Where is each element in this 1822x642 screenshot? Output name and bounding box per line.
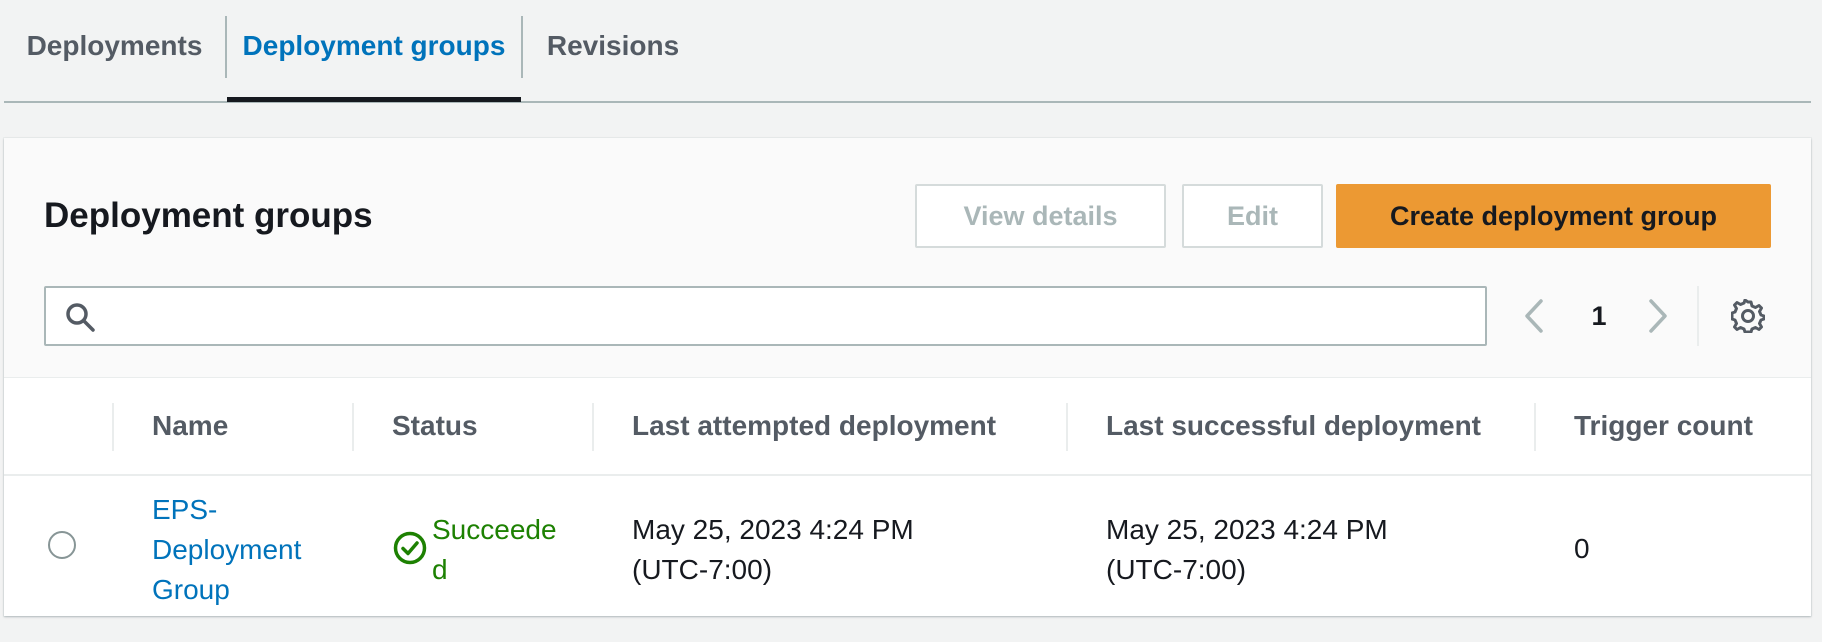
chevron-left-icon <box>1525 299 1543 333</box>
previous-page-button[interactable] <box>1514 296 1554 336</box>
tab-deployment-groups[interactable]: Deployment groups <box>227 0 521 102</box>
search-icon <box>66 303 95 332</box>
tab-deployments[interactable]: Deployments <box>4 0 225 101</box>
pager-divider <box>1697 286 1699 346</box>
column-divider <box>592 403 594 451</box>
row-select-radio[interactable] <box>48 531 76 559</box>
panel-title: Deployment groups <box>44 196 373 235</box>
chevron-right-icon <box>1649 299 1667 333</box>
last-successful-deployment: May 25, 2023 4:24 PM (UTC-7:00) <box>1106 514 1388 585</box>
status-text: Succeeded <box>432 514 557 585</box>
deployment-groups-panel: Deployment groups View details Edit Crea… <box>4 138 1811 616</box>
view-details-button[interactable]: View details <box>915 184 1166 248</box>
next-page-button[interactable] <box>1638 296 1678 336</box>
status-cell: Succeeded <box>392 510 562 590</box>
column-header-last-attempted[interactable]: Last attempted deployment <box>632 378 996 474</box>
column-divider <box>352 403 354 451</box>
column-header-last-successful[interactable]: Last successful deployment <box>1106 378 1481 474</box>
column-divider <box>1066 403 1068 451</box>
column-header-name[interactable]: Name <box>152 378 228 474</box>
header-divider <box>4 474 1811 476</box>
tab-revisions[interactable]: Revisions <box>523 0 703 101</box>
check-circle-icon <box>393 531 427 565</box>
edit-button[interactable]: Edit <box>1182 184 1323 248</box>
column-divider <box>112 403 114 451</box>
create-deployment-group-button[interactable]: Create deployment group <box>1336 184 1771 248</box>
deployment-group-name-link[interactable]: EPS-Deployment Group <box>152 490 322 610</box>
tab-bar: Deployments Deployment groups Revisions <box>4 0 1811 103</box>
trigger-count: 0 <box>1574 533 1590 564</box>
preferences-button[interactable] <box>1726 294 1770 338</box>
column-header-status[interactable]: Status <box>392 378 478 474</box>
column-divider <box>1534 403 1536 451</box>
page-number[interactable]: 1 <box>1579 296 1619 336</box>
column-header-trigger-count[interactable]: Trigger count <box>1574 378 1753 474</box>
search-input[interactable] <box>108 288 1478 344</box>
last-attempted-deployment: May 25, 2023 4:24 PM (UTC-7:00) <box>632 514 914 585</box>
gear-icon <box>1731 299 1765 333</box>
search-box <box>44 286 1487 346</box>
